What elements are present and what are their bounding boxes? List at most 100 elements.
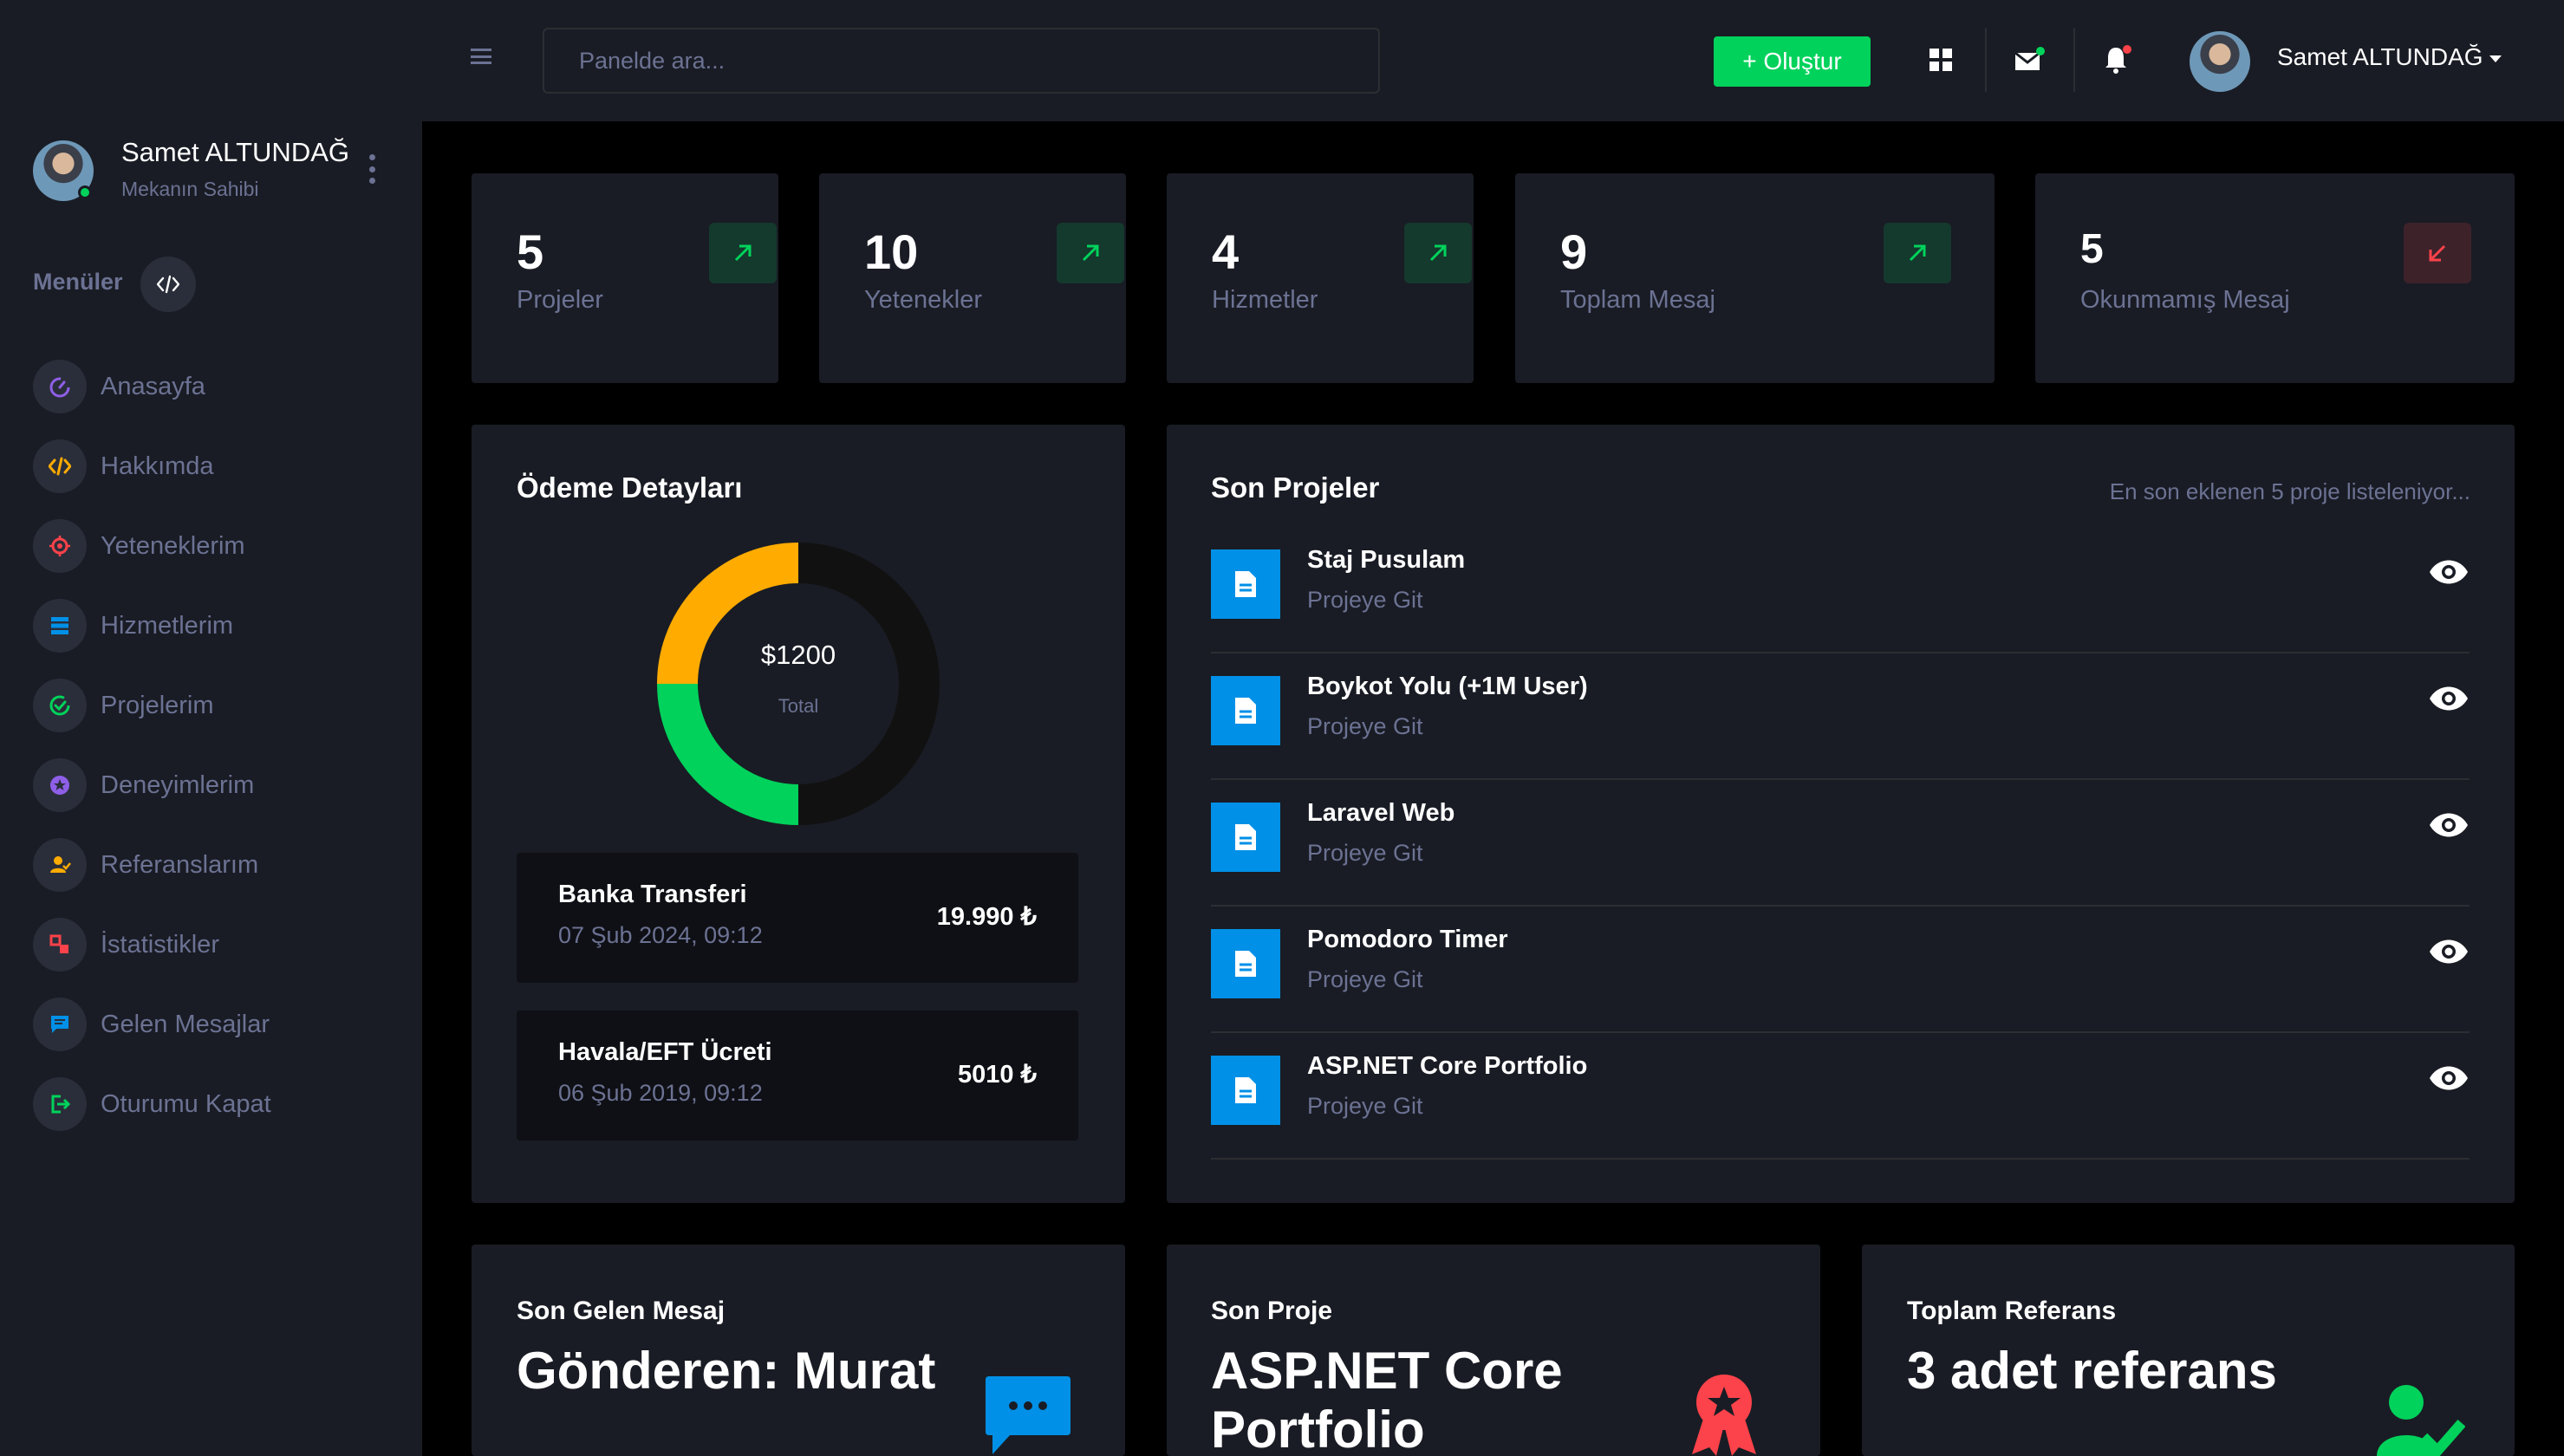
- sidebar-item-label: Hizmetlerim: [101, 611, 234, 640]
- sidebar-item-hizmetlerim[interactable]: Hizmetlerim: [33, 598, 233, 653]
- stat-value: 9: [1560, 224, 1588, 279]
- payment-donut-chart: [657, 543, 940, 825]
- server-icon: [33, 599, 87, 653]
- sidebar-item-referanslarim[interactable]: Referanslarım: [33, 837, 258, 893]
- project-name: ASP.NET Core Portfolio: [1307, 1052, 1588, 1080]
- sidebar-item-projelerim[interactable]: Projelerim: [33, 678, 214, 733]
- payment-method: Havala/EFT Ücreti: [558, 1038, 772, 1066]
- stat-label: Okunmamış Mesaj: [2080, 286, 2290, 314]
- topbar-divider: [1985, 28, 1987, 92]
- project-link[interactable]: Projeye Git: [1307, 840, 1423, 867]
- projects-subtitle: En son eklenen 5 proje listeleniyor...: [2109, 478, 2470, 504]
- sidebar-item-label: Deneyimlerim: [101, 770, 255, 799]
- project-link[interactable]: Projeye Git: [1307, 587, 1423, 614]
- payment-method: Banka Transferi: [558, 881, 747, 908]
- sidebar-item-hakkimda[interactable]: Hakkımda: [33, 439, 214, 494]
- sidebar-item-yeteneklerim[interactable]: Yeteneklerim: [33, 518, 245, 574]
- payment-row: Havala/EFT Ücreti 06 Şub 2019, 09:12 501…: [517, 1011, 1078, 1141]
- check-circle-icon: [33, 679, 87, 732]
- project-link[interactable]: Projeye Git: [1307, 713, 1423, 740]
- stat-value: 5: [517, 224, 544, 279]
- user-check-icon: [2375, 1383, 2466, 1456]
- stat-card-yetenekler: 10 Yetenekler: [819, 173, 1126, 383]
- profile-avatar[interactable]: [33, 140, 94, 201]
- star-circle-icon: [33, 758, 87, 812]
- project-name: Staj Pusulam: [1307, 546, 1466, 574]
- sidebar-item-label: Hakkımda: [101, 452, 214, 480]
- sidebar-item-label: Referanslarım: [101, 850, 259, 879]
- eye-icon[interactable]: [2428, 934, 2470, 969]
- payment-row: Banka Transferi 07 Şub 2024, 09:12 19.99…: [517, 853, 1078, 983]
- payment-amount: 5010 ₺: [957, 1061, 1037, 1089]
- stat-label: Hizmetler: [1212, 286, 1318, 314]
- create-button[interactable]: + Oluştur: [1714, 36, 1871, 87]
- sidebar-item-label: Oturumu Kapat: [101, 1089, 271, 1118]
- stat-card-projeler: 5 Projeler: [472, 173, 778, 383]
- mail-icon[interactable]: [2008, 38, 2051, 81]
- menu-title: Menüler: [33, 269, 123, 295]
- project-row: Staj Pusulam Projeye Git: [1211, 527, 2470, 653]
- sidebar-item-deneyimlerim[interactable]: Deneyimlerim: [33, 757, 254, 813]
- stat-label: Projeler: [517, 286, 603, 314]
- arrow-up-right-icon: [1404, 223, 1472, 283]
- speedometer-icon: [33, 360, 87, 413]
- chevron-down-icon[interactable]: [2489, 55, 2502, 62]
- document-icon: [1211, 549, 1280, 619]
- arrow-up-right-icon: [709, 223, 777, 283]
- payment-date: 06 Şub 2019, 09:12: [558, 1080, 763, 1106]
- document-icon: [1211, 1056, 1280, 1125]
- stat-card-toplam-mesaj: 9 Toplam Mesaj: [1515, 173, 1995, 383]
- eye-icon[interactable]: [2428, 555, 2470, 589]
- search-input[interactable]: [543, 28, 1380, 94]
- payment-title: Ödeme Detayları: [517, 471, 743, 504]
- profile-avatar-wrap: [33, 140, 94, 201]
- menu-code-toggle-icon[interactable]: [140, 257, 196, 312]
- project-link[interactable]: Projeye Git: [1307, 1093, 1423, 1120]
- sidebar-item-oturumu-kapat[interactable]: Oturumu Kapat: [33, 1076, 271, 1132]
- stat-value: 5: [2080, 226, 2104, 272]
- code-icon: [33, 439, 87, 493]
- stat-card-hizmetler: 4 Hizmetler: [1167, 173, 1474, 383]
- sidebar: Samet ALTUNDAĞ Mekanın Sahibi Menüler An…: [0, 0, 422, 1456]
- topbar-divider: [2073, 28, 2075, 92]
- hamburger-menu-icon[interactable]: [471, 49, 491, 64]
- target-icon: [33, 519, 87, 573]
- sidebar-item-gelen-mesajlar[interactable]: Gelen Mesajlar: [33, 997, 270, 1052]
- total-references-count: 3 adet referans: [1907, 1342, 2277, 1400]
- sidebar-item-label: İstatistikler: [101, 930, 219, 959]
- sidebar-item-label: Gelen Mesajlar: [101, 1010, 270, 1038]
- message-icon: [33, 998, 87, 1051]
- topbar-user-avatar[interactable]: [2190, 31, 2250, 92]
- stat-card-okunmamis-mesaj: 5 Okunmamış Mesaj: [2035, 173, 2515, 383]
- grid-apps-icon[interactable]: [1919, 38, 1962, 81]
- document-icon: [1211, 929, 1280, 998]
- stat-label: Yetenekler: [864, 286, 982, 314]
- arrow-up-right-icon: [1884, 223, 1951, 283]
- award-ribbon-icon: [1685, 1373, 1763, 1456]
- payment-total-label: Total: [778, 695, 819, 717]
- eye-icon[interactable]: [2428, 808, 2470, 842]
- stat-label: Toplam Mesaj: [1560, 286, 1715, 314]
- logout-icon: [33, 1077, 87, 1131]
- sidebar-item-label: Projelerim: [101, 691, 214, 719]
- sidebar-item-anasayfa[interactable]: Anasayfa: [33, 359, 205, 414]
- project-row: Pomodoro Timer Projeye Git: [1211, 907, 2470, 1033]
- bell-icon[interactable]: [2096, 38, 2139, 81]
- user-check-icon: [33, 838, 87, 892]
- sidebar-item-istatistikler[interactable]: İstatistikler: [33, 917, 219, 972]
- sidebar-item-label: Yeteneklerim: [101, 531, 245, 560]
- document-icon: [1211, 676, 1280, 745]
- project-row: Boykot Yolu (+1M User) Projeye Git: [1211, 653, 2470, 780]
- profile-menu-icon[interactable]: [368, 154, 376, 184]
- payment-date: 07 Şub 2024, 09:12: [558, 922, 763, 948]
- topbar-user-name[interactable]: Samet ALTUNDAĞ: [2277, 43, 2483, 71]
- latest-message-subtitle: Son Gelen Mesaj: [517, 1297, 726, 1325]
- project-row: Laravel Web Projeye Git: [1211, 780, 2470, 907]
- project-name: Laravel Web: [1307, 799, 1455, 827]
- eye-icon[interactable]: [2428, 681, 2470, 716]
- latest-project-name: ASP.NET Core Portfolio: [1211, 1342, 1563, 1456]
- stat-value: 4: [1212, 224, 1240, 279]
- project-link[interactable]: Projeye Git: [1307, 966, 1423, 993]
- eye-icon[interactable]: [2428, 1061, 2470, 1095]
- project-name: Pomodoro Timer: [1307, 926, 1508, 953]
